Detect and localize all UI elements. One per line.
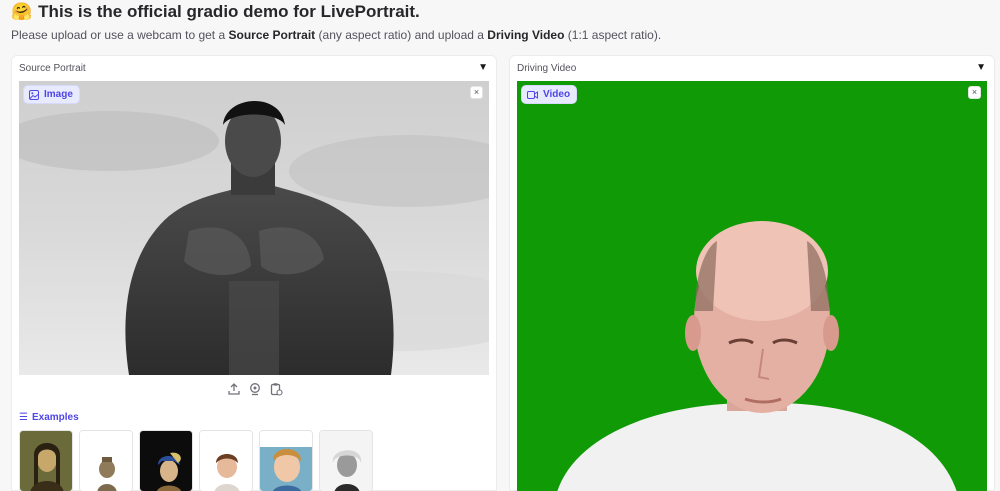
clipboard-icon[interactable] bbox=[269, 382, 283, 396]
source-portrait-label: Source Portrait bbox=[19, 63, 86, 74]
girl-with-pearl-earring-thumbnail bbox=[140, 431, 192, 491]
page-title: 🤗 This is the official gradio demo for L… bbox=[11, 2, 420, 22]
child-portrait-thumbnail bbox=[200, 431, 252, 491]
examples-label: Examples bbox=[31, 412, 79, 423]
page-subtitle: Please upload or use a webcam to get a S… bbox=[11, 28, 662, 42]
collapse-triangle-icon[interactable]: ▼ bbox=[478, 62, 488, 73]
driving-video-header[interactable]: Driving Video ▼ bbox=[510, 56, 994, 80]
examples-heading: ☰ Examples bbox=[19, 412, 79, 423]
source-portrait-panel: Source Portrait ▼ Image × ☰ Examples bbox=[11, 55, 497, 491]
example-child-portrait[interactable] bbox=[199, 430, 253, 491]
terracotta-warrior-thumbnail bbox=[80, 431, 132, 491]
video-badge-label: Video bbox=[543, 89, 571, 100]
einstein-thumbnail bbox=[320, 431, 372, 491]
examples-gallery bbox=[19, 430, 373, 491]
list-icon: ☰ bbox=[19, 412, 28, 423]
source-toolbar bbox=[12, 382, 498, 396]
collapse-triangle-icon[interactable]: ▼ bbox=[976, 62, 986, 73]
image-badge: Image bbox=[23, 85, 80, 104]
example-cartoon-boy[interactable] bbox=[259, 430, 313, 491]
clear-image-button[interactable]: × bbox=[470, 86, 483, 99]
driving-video-preview[interactable]: Video × bbox=[517, 81, 987, 491]
driving-video-panel: Driving Video ▼ Video × bbox=[509, 55, 995, 491]
video-icon bbox=[527, 90, 538, 99]
driving-video-frame bbox=[517, 81, 987, 491]
source-image-preview[interactable]: Image × bbox=[19, 81, 489, 375]
image-icon bbox=[29, 89, 39, 100]
title-text: This is the official gradio demo for Liv… bbox=[38, 2, 420, 21]
example-girl-with-pearl-earring[interactable] bbox=[139, 430, 193, 491]
hugging-face-emoji: 🤗 bbox=[11, 2, 33, 21]
image-badge-label: Image bbox=[44, 89, 73, 100]
example-einstein[interactable] bbox=[319, 430, 373, 491]
source-portrait-header[interactable]: Source Portrait ▼ bbox=[12, 56, 496, 80]
driving-video-label: Driving Video bbox=[517, 63, 577, 74]
upload-icon[interactable] bbox=[227, 382, 241, 396]
mona-lisa-thumbnail bbox=[20, 431, 72, 491]
clear-video-button[interactable]: × bbox=[968, 86, 981, 99]
example-terracotta-warrior[interactable] bbox=[79, 430, 133, 491]
bodybuilder-photo bbox=[19, 81, 489, 375]
example-mona-lisa[interactable] bbox=[19, 430, 73, 491]
webcam-icon[interactable] bbox=[248, 382, 262, 396]
video-badge: Video bbox=[521, 85, 578, 104]
cartoon-boy-thumbnail bbox=[260, 431, 312, 491]
